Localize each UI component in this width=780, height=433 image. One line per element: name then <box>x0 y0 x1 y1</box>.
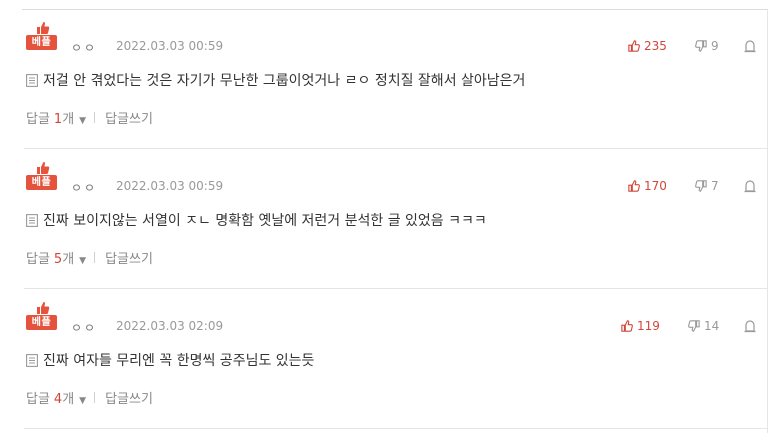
reply-label: 답글 <box>26 112 50 127</box>
comment-body: 저걸 안 겪었다는 것은 자기가 무난한 그룹이엇거나 ㄹㅇ 정치질 잘해서 살… <box>26 70 525 90</box>
report-icon[interactable] <box>744 39 756 53</box>
comment-text: 진짜 보이지않는 서열이 ㅈㄴ 명확함 옛날에 저런거 분석한 글 있었음 ㅋㅋ… <box>43 213 487 229</box>
footer-divider <box>94 112 96 123</box>
comment-author[interactable]: ㅇㅇ <box>71 39 97 56</box>
write-reply-button[interactable]: 답글쓰기 <box>105 108 153 127</box>
reply-label: 답글 <box>26 392 50 407</box>
thumbs-down-icon <box>695 40 707 52</box>
memo-icon <box>26 213 38 227</box>
footer-divider <box>94 392 96 403</box>
dislike-count: 7 <box>711 179 719 193</box>
best-comment-badge: 베플 <box>26 21 58 55</box>
dislike-button[interactable]: 7 <box>695 179 719 193</box>
reply-toggle[interactable]: 답글 4개 ▼ <box>26 388 86 407</box>
caret-down-icon: ▼ <box>79 396 87 406</box>
reply-count: 1 <box>53 112 63 127</box>
dislike-count: 14 <box>704 319 720 333</box>
comment-text: 진짜 여자들 무리엔 꼭 한명씩 공주님도 있는듯 <box>43 353 315 369</box>
best-comment-badge: 베플 <box>26 161 58 195</box>
thumbs-up-icon <box>37 302 50 314</box>
reply-unit: 개 <box>62 252 75 267</box>
best-label: 베플 <box>26 35 57 50</box>
thumbs-up-icon <box>37 22 50 34</box>
write-reply-button[interactable]: 답글쓰기 <box>105 248 153 267</box>
comment-footer: 답글 1개 ▼ 답글쓰기 <box>26 108 153 127</box>
reply-unit: 개 <box>62 392 75 407</box>
reply-unit: 개 <box>62 112 75 127</box>
comment-date: 2022.03.03 02:09 <box>116 319 224 333</box>
like-count: 170 <box>644 179 667 193</box>
best-label: 베플 <box>26 315 57 330</box>
reply-toggle[interactable]: 답글 1개 ▼ <box>26 108 86 127</box>
dislike-button[interactable]: 9 <box>695 39 719 53</box>
comment-text: 저걸 안 겪었다는 것은 자기가 무난한 그룹이엇거나 ㄹㅇ 정치질 잘해서 살… <box>43 73 526 89</box>
thumbs-up-icon <box>628 40 640 52</box>
comment-body: 진짜 보이지않는 서열이 ㅈㄴ 명확함 옛날에 저런거 분석한 글 있었음 ㅋㅋ… <box>26 210 487 230</box>
thumbs-up-icon <box>621 320 633 332</box>
best-comment-badge: 베플 <box>26 301 58 335</box>
like-button[interactable]: 235 <box>628 39 667 53</box>
like-count: 119 <box>637 319 660 333</box>
comment-footer: 답글 5개 ▼ 답글쓰기 <box>26 248 153 267</box>
comment-body: 진짜 여자들 무리엔 꼭 한명씩 공주님도 있는듯 <box>26 350 314 370</box>
comment-separator <box>24 428 767 429</box>
comment-item: 베플 ㅇㅇ 2022.03.03 00:59 170 7 진짜 보이지않는 서열… <box>22 149 767 289</box>
thumbs-up-icon <box>37 162 50 174</box>
best-label: 베플 <box>26 175 57 190</box>
comment-footer: 답글 4개 ▼ 답글쓰기 <box>26 388 153 407</box>
thumbs-down-icon <box>688 320 700 332</box>
write-reply-button[interactable]: 답글쓰기 <box>105 388 153 407</box>
comment-date: 2022.03.03 00:59 <box>116 179 224 193</box>
reply-count: 4 <box>53 392 63 407</box>
reply-count: 5 <box>53 252 63 267</box>
comment-item: 베플 ㅇㅇ 2022.03.03 00:59 235 9 저걸 안 겪었다는 것… <box>22 9 767 149</box>
caret-down-icon: ▼ <box>79 116 87 126</box>
comment-date: 2022.03.03 00:59 <box>116 39 224 53</box>
dislike-button[interactable]: 14 <box>688 319 719 333</box>
comment-item: 베플 ㅇㅇ 2022.03.03 02:09 119 14 진짜 여자들 무리엔… <box>22 289 767 429</box>
memo-icon <box>26 353 38 367</box>
caret-down-icon: ▼ <box>79 256 87 266</box>
reply-label: 답글 <box>26 252 50 267</box>
footer-divider <box>94 252 96 263</box>
report-icon[interactable] <box>744 319 756 333</box>
like-button[interactable]: 119 <box>621 319 660 333</box>
report-icon[interactable] <box>744 179 756 193</box>
thumbs-up-icon <box>628 180 640 192</box>
right-border <box>767 9 768 433</box>
like-button[interactable]: 170 <box>628 179 667 193</box>
thumbs-down-icon <box>695 180 707 192</box>
like-count: 235 <box>644 39 667 53</box>
dislike-count: 9 <box>711 39 719 53</box>
memo-icon <box>26 73 38 87</box>
reply-toggle[interactable]: 답글 5개 ▼ <box>26 248 86 267</box>
comment-author[interactable]: ㅇㅇ <box>71 179 97 196</box>
comment-author[interactable]: ㅇㅇ <box>71 319 97 336</box>
